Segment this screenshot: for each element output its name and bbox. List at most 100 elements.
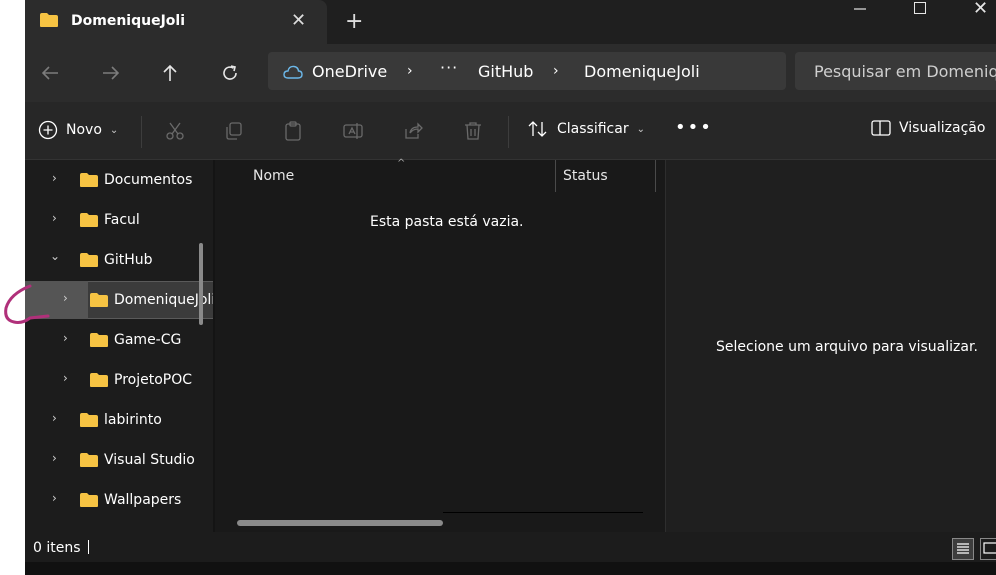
nav-item-documentos[interactable]: › Documentos — [25, 160, 215, 200]
navigation-pane: › Documentos › Facul ⌄ GitHub › Domeniqu… — [25, 160, 217, 532]
window-close-icon[interactable]: ✕ — [973, 0, 988, 20]
chevron-right-icon[interactable]: › — [63, 371, 68, 385]
folder-icon — [90, 333, 108, 347]
nav-item-label: labirinto — [104, 412, 162, 428]
taskbar-edge — [25, 562, 996, 575]
search-input[interactable]: Pesquisar em DomeniqueJoli — [795, 52, 996, 90]
delete-icon[interactable] — [463, 121, 483, 141]
file-list: ^ Nome Status Esta pasta está vazia. — [215, 158, 665, 532]
command-bar: Novo ⌄ Classificar ⌄ ••• Visualização — [25, 102, 996, 160]
nav-item-visual-studio[interactable]: › Visual Studio — [25, 440, 215, 480]
up-arrow-icon[interactable] — [155, 58, 185, 88]
nav-item-label: Facul — [104, 212, 140, 228]
nav-item-label: Game-CG — [114, 332, 182, 348]
nav-item-labirinto[interactable]: › labirinto — [25, 400, 215, 440]
nav-item-label: Documentos — [104, 172, 193, 188]
preview-pane-button[interactable]: Visualização — [871, 120, 985, 136]
refresh-icon[interactable] — [215, 58, 245, 88]
folder-icon — [90, 293, 108, 307]
toolbar-divider — [508, 116, 509, 148]
close-icon[interactable]: ✕ — [291, 10, 306, 31]
title-bar: DomeniqueJoli ✕ + ✕ — [25, 0, 996, 44]
column-header-name[interactable]: Nome — [253, 168, 294, 184]
new-button-label: Novo — [66, 122, 102, 138]
add-circle-icon — [38, 120, 58, 140]
copy-icon[interactable] — [224, 121, 244, 141]
details-view-icon — [957, 543, 969, 554]
sort-arrows-icon — [528, 121, 547, 137]
rename-icon[interactable] — [343, 121, 363, 141]
nav-item-label: Visual Studio — [104, 452, 195, 468]
chevron-right-icon[interactable]: › — [52, 211, 57, 225]
folder-icon — [80, 213, 98, 227]
chevron-right-icon[interactable]: › — [63, 331, 68, 345]
breadcrumb-item-onedrive[interactable]: OneDrive — [312, 62, 387, 81]
new-button[interactable]: Novo ⌄ — [38, 120, 118, 140]
search-placeholder: Pesquisar em DomeniqueJoli — [814, 62, 996, 81]
nav-item-projetopoc[interactable]: › ProjetoPOC — [25, 360, 215, 400]
more-ellipsis-icon[interactable]: ··· — [440, 58, 458, 77]
cloud-icon — [283, 65, 303, 79]
nav-scrollbar[interactable] — [199, 243, 203, 325]
nav-item-label: Wallpapers — [104, 492, 182, 508]
sort-button[interactable]: Classificar ⌄ — [527, 120, 645, 138]
nav-item-facul[interactable]: › Facul — [25, 200, 215, 240]
status-bar: 0 itens — [25, 532, 996, 562]
folder-icon — [80, 173, 98, 187]
chevron-right-icon[interactable]: › — [407, 63, 413, 79]
folder-icon — [90, 373, 108, 387]
plus-icon[interactable]: + — [345, 9, 363, 34]
preview-pane-label: Visualização — [899, 120, 986, 136]
more-options-icon[interactable]: ••• — [675, 117, 713, 138]
sort-button-label: Classificar — [557, 121, 629, 137]
share-icon[interactable] — [403, 121, 423, 141]
chevron-right-icon[interactable]: › — [52, 491, 57, 505]
address-bar: OneDrive › ··· GitHub › DomeniqueJoli Pe… — [25, 44, 996, 102]
chevron-down-icon[interactable]: ⌄ — [50, 249, 60, 263]
file-explorer-window: DomeniqueJoli ✕ + ✕ OneDrive › ··· GitHu… — [25, 0, 996, 575]
chevron-right-icon[interactable]: › — [52, 171, 57, 185]
details-view-button[interactable] — [952, 538, 974, 560]
chevron-right-icon[interactable]: › — [553, 63, 559, 79]
folder-icon — [80, 493, 98, 507]
chevron-down-icon: ⌄ — [109, 124, 119, 136]
column-separator[interactable] — [555, 160, 556, 192]
nav-item-label: GitHub — [104, 252, 153, 268]
paste-icon[interactable] — [283, 121, 303, 141]
column-header-status[interactable]: Status — [563, 168, 608, 184]
breadcrumb-item-github[interactable]: GitHub — [478, 62, 533, 81]
chevron-right-icon[interactable]: › — [52, 411, 57, 425]
nav-item-wallpapers[interactable]: › Wallpapers — [25, 480, 215, 520]
status-separator — [88, 540, 89, 554]
horizontal-scrollbar[interactable] — [237, 520, 443, 526]
chevron-down-icon: ⌄ — [636, 123, 645, 135]
folder-icon — [80, 453, 98, 467]
preview-pane: Selecione um arquivo para visualizar. — [665, 160, 996, 532]
chevron-right-icon[interactable]: › — [52, 451, 57, 465]
column-separator[interactable] — [655, 160, 656, 192]
folder-icon — [80, 413, 98, 427]
toolbar-divider — [141, 116, 142, 148]
breadcrumb[interactable]: OneDrive › ··· GitHub › DomeniqueJoli — [268, 52, 786, 90]
tab-domeniquejoli[interactable]: DomeniqueJoli ✕ — [25, 0, 327, 44]
cut-icon[interactable] — [165, 121, 185, 141]
tiles-view-icon — [983, 542, 996, 554]
tab-title: DomeniqueJoli — [71, 13, 185, 29]
sort-caret-icon: ^ — [397, 158, 406, 169]
item-count: 0 itens — [33, 540, 81, 556]
scroll-track-line — [443, 512, 643, 513]
forward-arrow-icon[interactable] — [96, 58, 126, 88]
pen-annotation — [4, 284, 50, 324]
preview-message: Selecione um arquivo para visualizar. — [716, 339, 978, 355]
breadcrumb-item-domeniquejoli[interactable]: DomeniqueJoli — [584, 62, 700, 81]
nav-item-github[interactable]: ⌄ GitHub — [25, 240, 215, 280]
maximize-icon[interactable] — [914, 2, 926, 14]
nav-item-label: ProjetoPOC — [114, 372, 193, 388]
folder-icon — [40, 13, 58, 27]
preview-pane-icon — [871, 120, 891, 136]
tiles-view-button[interactable] — [980, 538, 996, 560]
back-arrow-icon[interactable] — [35, 58, 65, 88]
empty-folder-message: Esta pasta está vazia. — [370, 214, 524, 230]
folder-icon — [80, 253, 98, 267]
minimize-icon[interactable] — [853, 0, 867, 22]
